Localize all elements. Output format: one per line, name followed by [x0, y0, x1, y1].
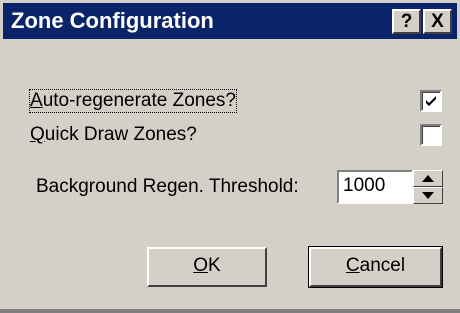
threshold-spinner — [413, 170, 443, 204]
auto-regenerate-text: uto-regenerate Zones? — [42, 90, 236, 111]
close-icon: X — [431, 11, 444, 32]
arrow-up-icon — [422, 175, 434, 182]
zone-configuration-dialog: Zone Configuration ? X Auto-regenerate Z… — [0, 0, 460, 313]
check-icon — [426, 96, 436, 106]
quick-draw-text: uick Draw Zones? — [44, 124, 197, 145]
cancel-mnemonic: C — [345, 255, 360, 276]
help-button[interactable]: ? — [392, 9, 421, 34]
quick-draw-mnemonic: Q — [30, 124, 45, 145]
spin-up-button[interactable] — [413, 170, 443, 187]
help-icon: ? — [400, 11, 413, 32]
auto-regenerate-mnemonic: A — [30, 90, 43, 111]
threshold-label: Background Regen. Threshold: — [36, 176, 299, 197]
threshold-input[interactable]: 1000 — [337, 170, 413, 204]
quick-draw-label[interactable]: Quick Draw Zones? — [30, 124, 197, 146]
window-title: Zone Configuration — [11, 8, 214, 33]
ok-text: K — [208, 255, 221, 276]
close-button[interactable]: X — [423, 9, 452, 34]
ok-mnemonic: O — [193, 255, 209, 276]
cancel-button[interactable]: Cancel — [308, 246, 443, 288]
auto-regenerate-label[interactable]: Auto-regenerate Zones? — [29, 89, 237, 113]
spin-down-button[interactable] — [413, 187, 443, 204]
cancel-text: ancel — [359, 255, 406, 276]
title-bar[interactable]: Zone Configuration ? X — [3, 3, 457, 39]
dialog-bottom-edge — [0, 309, 460, 313]
quick-draw-checkbox[interactable] — [420, 124, 442, 146]
auto-regenerate-checkbox[interactable] — [420, 90, 442, 112]
arrow-down-icon — [422, 192, 434, 199]
ok-button[interactable]: OK — [147, 247, 267, 287]
